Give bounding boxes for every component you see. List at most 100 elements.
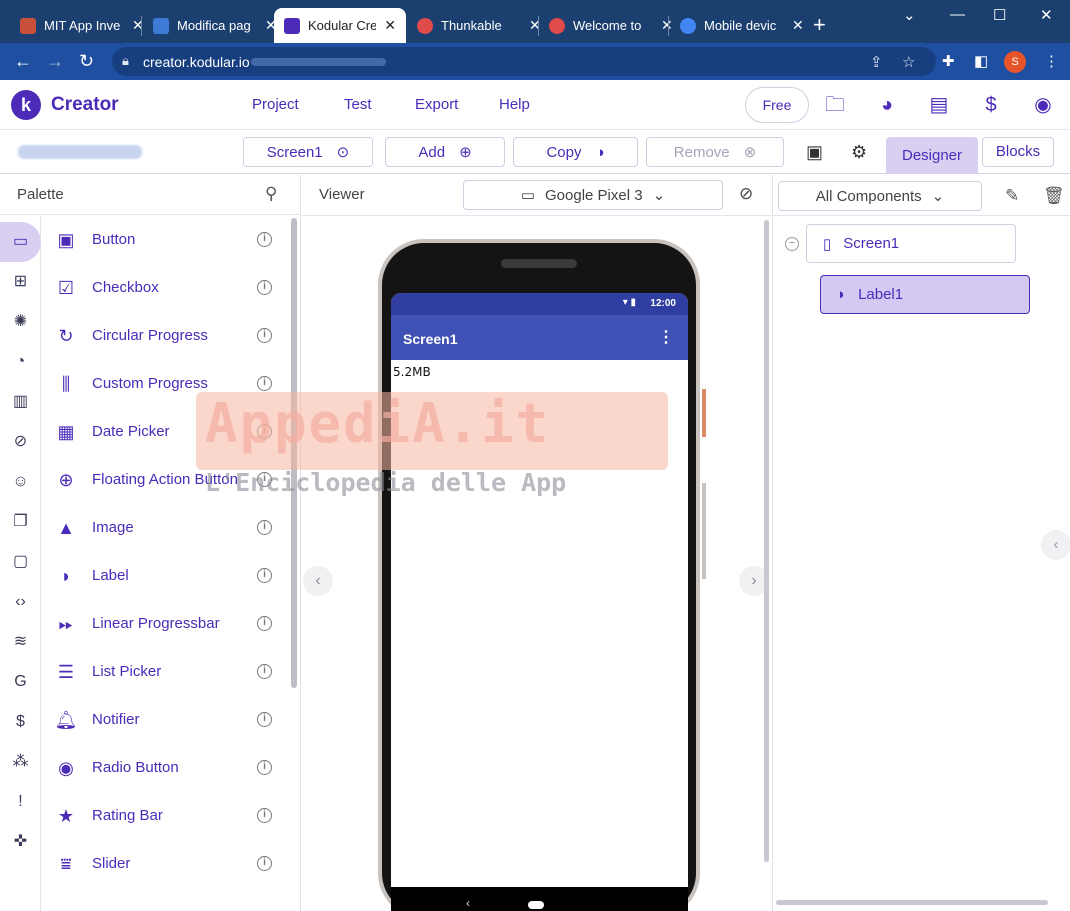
palette-item-label: Custom Progress (92, 375, 208, 392)
palette-item-list-picker[interactable]: ☰ List Picker i (42, 648, 292, 696)
components-filter-select[interactable]: All Components ⌄ (778, 181, 982, 211)
viewer-scrollbar[interactable] (764, 220, 769, 862)
palette-item-linear-progressbar[interactable]: ⏩︎ Linear Progressbar i (42, 600, 292, 648)
menu-project[interactable]: Project (252, 96, 299, 113)
new-tab-button[interactable]: + (813, 12, 826, 38)
info-icon[interactable]: i (257, 712, 272, 727)
hidden-components-icon[interactable]: ⊘ (739, 184, 753, 204)
category-media-icon[interactable]: ✺ (0, 302, 41, 342)
browser-tab[interactable]: Thunkable ✕ (407, 8, 551, 43)
palette-item-slider[interactable]: ⩸ Slider i (42, 840, 292, 888)
tab-search-icon[interactable]: ⌄ (903, 6, 916, 24)
chevron-left-icon[interactable]: ‹ (1041, 530, 1070, 560)
collapse-toggle-icon[interactable]: − (785, 237, 799, 251)
category-rss-icon[interactable]: ≋ (0, 622, 41, 662)
palette-item-button[interactable]: ▣ Button i (42, 216, 292, 264)
category-extensions-icon[interactable]: ✜ (0, 822, 41, 862)
menu-test[interactable]: Test (344, 96, 372, 113)
forward-icon[interactable]: → (46, 51, 64, 72)
add-screen-button[interactable]: Add ⊕ (385, 137, 505, 167)
address-bar[interactable]: 🔒︎ creator.kodular.io ⇪ ☆ (112, 47, 936, 76)
plan-free-button[interactable]: Free (745, 87, 809, 123)
category-widgets-icon[interactable]: ⁂ (0, 742, 41, 782)
category-sensors-icon[interactable]: ⊘ (0, 422, 41, 462)
palette-theme-icon[interactable]: ◕ (875, 93, 899, 117)
menu-help[interactable]: Help (499, 96, 530, 113)
bookmark-star-icon[interactable]: ☆ (902, 53, 915, 71)
info-icon[interactable]: i (257, 760, 272, 775)
screen-select[interactable]: Screen1 ⊙ (243, 137, 373, 167)
info-icon[interactable]: i (257, 328, 272, 343)
info-icon[interactable]: i (257, 616, 272, 631)
category-layout-icon[interactable]: ⊞ (0, 262, 41, 302)
tree-node-label1[interactable]: ◗ Label1 (820, 275, 1030, 314)
device-select-label: Google Pixel 3 (545, 186, 643, 204)
tab-designer[interactable]: Designer (886, 137, 978, 174)
browser-tab-active[interactable]: Kodular Crea ✕ (274, 8, 406, 43)
window-close-button[interactable]: ✕ (1040, 6, 1053, 24)
info-icon[interactable]: i (257, 232, 272, 247)
tab-title: Welcome to (573, 18, 642, 33)
kodular-logo[interactable]: k (11, 90, 41, 120)
tree-node-screen1[interactable]: ▯ Screen1 (806, 224, 1016, 263)
category-monetization-icon[interactable]: $ (0, 702, 41, 742)
browser-tab[interactable]: MIT App Inve ✕ (10, 8, 154, 43)
info-icon[interactable]: i (257, 664, 272, 679)
category-experimental-icon[interactable]: ! (0, 782, 41, 822)
components-scrollbar[interactable] (776, 900, 1048, 905)
gallery-icon[interactable]: ▣ (806, 142, 823, 163)
search-icon[interactable]: ⚲ (265, 184, 277, 204)
category-storage-icon[interactable]: ❐ (0, 502, 41, 542)
remove-screen-button[interactable]: Remove ⊗ (646, 137, 784, 167)
category-connectivity-icon[interactable]: ‹› (0, 582, 41, 622)
minimize-button[interactable]: — (950, 6, 965, 23)
palette-item-label[interactable]: ◗ Label i (42, 552, 292, 600)
browser-tab[interactable]: Welcome to ✕ (539, 8, 683, 43)
info-icon[interactable]: i (257, 808, 272, 823)
back-icon[interactable]: ← (14, 51, 32, 72)
library-books-icon[interactable]: ▤ (927, 93, 951, 117)
monetization-icon[interactable]: $ (979, 93, 1003, 117)
palette-item-circular-progress[interactable]: ↻ Circular Progress i (42, 312, 292, 360)
close-icon[interactable]: ✕ (792, 17, 804, 34)
maximize-button[interactable]: ☐ (993, 6, 1006, 24)
rename-pencil-icon[interactable]: ✎ (1005, 186, 1019, 206)
category-google-icon[interactable]: G (0, 662, 41, 702)
category-utilities-icon[interactable]: ▢ (0, 542, 41, 582)
browser-tab[interactable]: Modifica pag ✕ (143, 8, 287, 43)
screen-title-bar[interactable]: Screen1 ⋮ (391, 315, 688, 360)
menu-export[interactable]: Export (415, 96, 458, 113)
info-icon[interactable]: i (257, 520, 272, 535)
profile-avatar[interactable]: S (1004, 51, 1026, 73)
palette-item-checkbox[interactable]: ☑ Checkbox i (42, 264, 292, 312)
palette-item-radio-button[interactable]: ◉ Radio Button i (42, 744, 292, 792)
category-user-interface-icon[interactable]: ▭ (0, 222, 41, 262)
palette-item-rating-bar[interactable]: ★ Rating Bar i (42, 792, 292, 840)
share-icon[interactable]: ⇪ (870, 53, 883, 71)
chevron-left-icon[interactable]: ‹ (303, 566, 333, 596)
reload-icon[interactable]: ↻ (79, 51, 94, 72)
tab-blocks[interactable]: Blocks (982, 137, 1054, 167)
extensions-icon[interactable]: ✚ (942, 52, 955, 70)
category-social-icon[interactable]: ☺ (0, 462, 41, 502)
device-select[interactable]: ▭ Google Pixel 3 ⌄ (463, 180, 723, 210)
info-icon[interactable]: i (257, 280, 272, 295)
info-icon[interactable]: i (257, 856, 272, 871)
delete-trash-icon[interactable]: 🗑︎ (1043, 186, 1065, 206)
account-icon[interactable]: ◉ (1031, 93, 1055, 117)
label1-component[interactable]: 5.2MB (393, 365, 431, 379)
category-maps-icon[interactable]: ▥ (0, 382, 41, 422)
palette-item-image[interactable]: ▲ Image i (42, 504, 292, 552)
remove-circle-icon: ⊗ (743, 144, 757, 161)
folder-star-icon[interactable]: 🗀︎ (823, 93, 847, 117)
info-icon[interactable]: i (257, 568, 272, 583)
browser-tab[interactable]: Mobile devic ✕ (670, 8, 814, 43)
close-icon[interactable]: ✕ (384, 17, 396, 34)
category-drawing-icon[interactable]: ◔ (0, 342, 41, 382)
copy-screen-button[interactable]: Copy ◑ (513, 137, 638, 167)
palette-item-notifier[interactable]: 🔔︎ Notifier i (42, 696, 292, 744)
side-panel-icon[interactable]: ◧ (974, 52, 988, 70)
browser-menu-icon[interactable]: ⋮ (1044, 52, 1059, 70)
settings-gear-icon[interactable]: ⚙ (851, 142, 867, 163)
info-icon[interactable]: i (257, 376, 272, 391)
